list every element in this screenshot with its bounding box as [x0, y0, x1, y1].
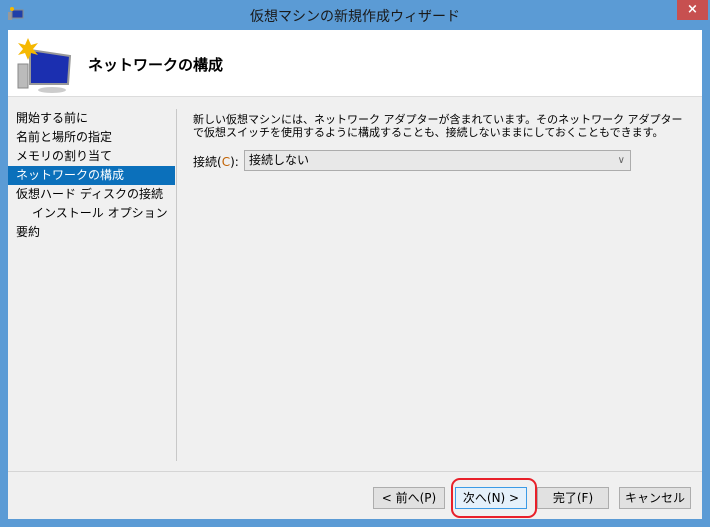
wizard-steps: 開始する前に 名前と場所の指定 メモリの割り当て ネットワークの構成 仮想ハード…: [8, 109, 175, 242]
cancel-button[interactable]: キャンセル: [619, 487, 691, 509]
divider: [176, 109, 177, 461]
connection-label-text: 接続(: [193, 155, 222, 169]
step-install-options[interactable]: インストール オプション: [8, 204, 175, 223]
back-button[interactable]: < 前へ(P): [373, 487, 445, 509]
step-summary[interactable]: 要約: [8, 223, 175, 242]
window-title: 仮想マシンの新規作成ウィザード: [250, 9, 460, 25]
connection-accelerator: C: [221, 155, 231, 169]
connection-label-end: ):: [230, 155, 239, 169]
highlight-annotation: [451, 478, 537, 518]
description: 新しい仮想マシンには、ネットワーク アダプターが含まれています。そのネットワーク…: [193, 113, 683, 139]
wizard-client: ネットワークの構成 開始する前に 名前と場所の指定 メモリの割り当て ネットワー…: [8, 30, 702, 519]
new-vm-icon: [17, 38, 72, 93]
page-title: ネットワークの構成: [88, 56, 224, 74]
chevron-down-icon: ∨: [617, 155, 625, 166]
title-bar: 仮想マシンの新規作成ウィザード ×: [0, 0, 710, 30]
step-before-you-begin[interactable]: 開始する前に: [8, 109, 175, 128]
step-virtual-disk[interactable]: 仮想ハード ディスクの接続: [8, 185, 175, 204]
connection-label: 接続(C):: [193, 153, 239, 170]
connection-select[interactable]: 接続しない ∨: [244, 150, 631, 171]
step-network[interactable]: ネットワークの構成: [8, 166, 175, 185]
step-name-location[interactable]: 名前と場所の指定: [8, 128, 175, 147]
connection-value: 接続しない: [249, 153, 310, 167]
finish-button[interactable]: 完了(F): [537, 487, 609, 509]
close-button[interactable]: ×: [677, 0, 708, 20]
step-memory[interactable]: メモリの割り当て: [8, 147, 175, 166]
wizard-header: ネットワークの構成: [8, 30, 702, 97]
divider: [8, 471, 702, 472]
